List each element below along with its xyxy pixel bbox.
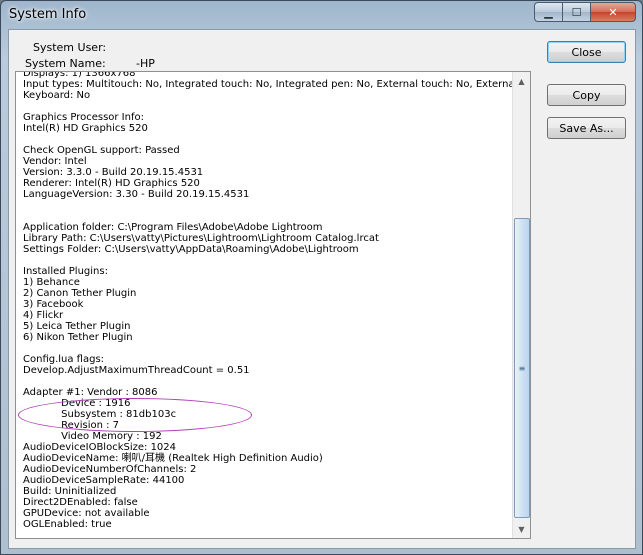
scrollbar-thumb[interactable]: ≡ (514, 218, 530, 518)
scroll-down-arrow-icon[interactable]: ▼ (514, 521, 529, 537)
info-line: Check OpenGL support: Passed (23, 145, 180, 156)
info-line: Revision : 7 (23, 420, 120, 431)
grip-icon: ≡ (518, 363, 526, 373)
copy-button[interactable]: Copy (547, 84, 626, 106)
system-info-text: Displays: 1) 1366x768 Input types: Multit… (23, 71, 531, 530)
info-line: Intel(R) HD Graphics 520 (23, 123, 148, 134)
info-line: Settings Folder: C:\Users\vatty\AppData\… (23, 244, 359, 255)
info-line: 3) Facebook (23, 299, 84, 310)
save-as-button[interactable]: Save As... (547, 117, 626, 139)
info-line: Graphics Processor Info: (23, 112, 144, 123)
system-name-label: System Name: (25, 57, 106, 70)
info-line: AudioDeviceNumberOfChannels: 2 (23, 464, 197, 475)
info-line: 6) Nikon Tether Plugin (23, 332, 133, 343)
close-button[interactable]: Close (547, 41, 626, 63)
system-name-value: -HP (136, 57, 155, 70)
info-line (23, 101, 513, 112)
minimize-button[interactable]: ▁ (534, 2, 562, 22)
caption-buttons: ▁ ☐ ✕ (534, 2, 636, 22)
info-line: Displays: 1) 1366x768 (23, 71, 136, 79)
info-line (23, 211, 513, 222)
info-line: Device : 1916 (23, 398, 131, 409)
info-line: AudioDeviceSampleRate: 44100 (23, 475, 185, 486)
info-line (23, 376, 513, 387)
info-line (23, 343, 513, 354)
window-title: System Info (9, 7, 87, 22)
info-line: Subsystem : 81db103c (23, 409, 177, 420)
info-line: Adapter #1: Vendor : 8086 (23, 387, 158, 398)
vertical-scrollbar[interactable]: ▲ ≡ ▼ (512, 72, 530, 538)
title-bar[interactable]: System Info ▁ ☐ ✕ (1, 1, 642, 29)
info-line: Version: 3.3.0 - Build 20.19.15.4531 (23, 167, 204, 178)
info-line: Video Memory : 192 (23, 431, 162, 442)
info-line: Input types: Multitouch: No, Integrated … (23, 79, 531, 90)
info-line: 1) Behance (23, 277, 80, 288)
info-line: GPUDevice: not available (23, 508, 150, 519)
info-line: Vendor: Intel (23, 156, 87, 167)
scroll-up-arrow-icon[interactable]: ▲ (514, 73, 529, 89)
info-line: AudioDeviceName: 喇叭/耳機 (Realtek High Def… (23, 453, 323, 464)
info-line (23, 200, 513, 211)
info-line: Library Path: C:\Users\vatty\Pictures\Li… (23, 233, 379, 244)
info-line: OGLEnabled: true (23, 519, 112, 530)
info-line (23, 255, 513, 266)
info-line: 5) Leica Tether Plugin (23, 321, 131, 332)
info-line: LanguageVersion: 3.30 - Build 20.19.15.4… (23, 189, 250, 200)
system-info-textbox[interactable]: Displays: 1) 1366x768 Input types: Multit… (15, 71, 531, 539)
info-line: Renderer: Intel(R) HD Graphics 520 (23, 178, 200, 189)
close-window-button[interactable]: ✕ (590, 2, 636, 22)
info-line: 4) Flickr (23, 310, 64, 321)
dialog-client-area: System User: System Name: -HP Displays: … (8, 29, 636, 549)
info-line: Application folder: C:\Program Files\Ado… (23, 222, 323, 233)
system-user-label: System User: (33, 41, 107, 54)
info-line: Keyboard: No (23, 90, 91, 101)
info-line: AudioDeviceIOBlockSize: 1024 (23, 442, 177, 453)
info-line (23, 134, 513, 145)
info-line: 2) Canon Tether Plugin (23, 288, 137, 299)
maximize-button[interactable]: ☐ (562, 2, 590, 22)
system-info-window: System Info ▁ ☐ ✕ System User: System Na… (0, 0, 643, 555)
info-line: Develop.AdjustMaximumThreadCount = 0.51 (23, 365, 250, 376)
info-line: Config.lua flags: (23, 354, 105, 365)
info-line: Direct2DEnabled: false (23, 497, 138, 508)
info-line: Build: Uninitialized (23, 486, 117, 497)
info-line: Installed Plugins: (23, 266, 108, 277)
